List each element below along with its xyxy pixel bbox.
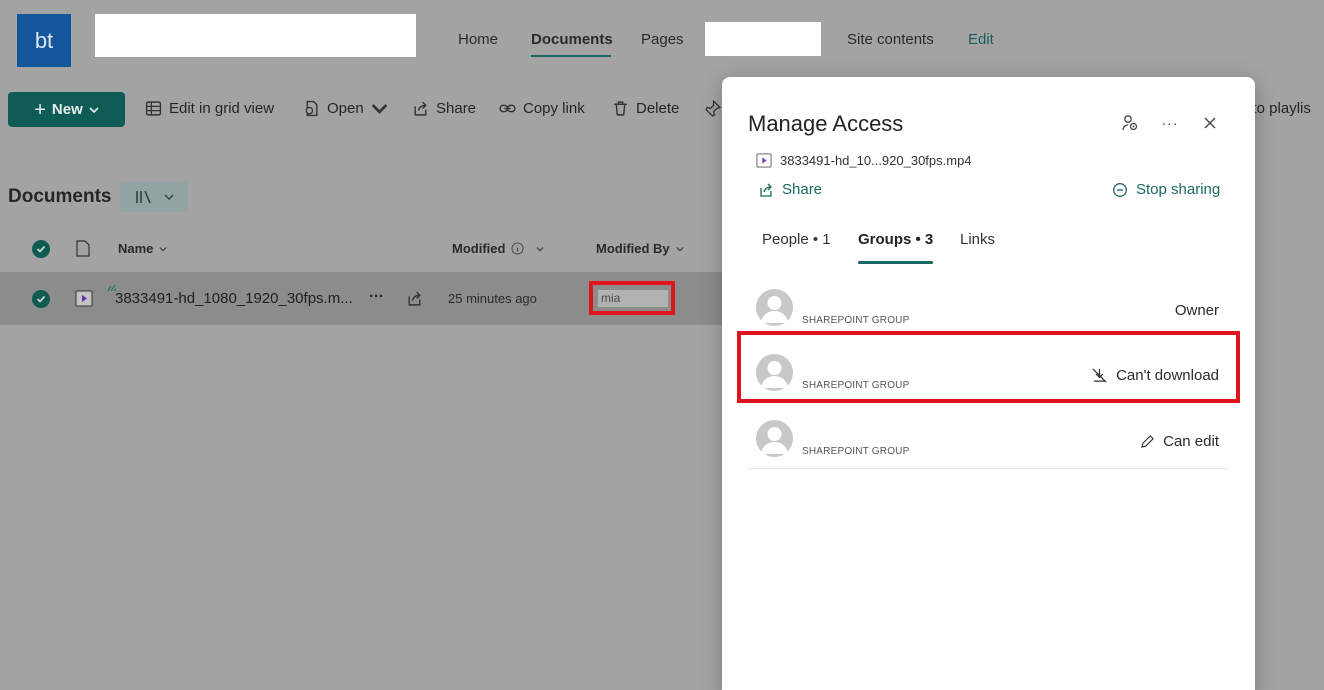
group-member-row[interactable]: SHAREPOINT GROUP Can edit bbox=[748, 414, 1228, 474]
video-file-icon bbox=[756, 153, 772, 168]
delete-button[interactable]: Delete bbox=[612, 100, 679, 117]
member-permission[interactable]: Can edit bbox=[1140, 433, 1219, 450]
chevron-down-icon bbox=[371, 104, 387, 114]
check-icon bbox=[36, 295, 46, 303]
advanced-settings-icon[interactable] bbox=[1120, 113, 1140, 133]
tab-active-indicator bbox=[858, 261, 933, 264]
view-switcher-button[interactable] bbox=[120, 182, 188, 212]
panel-title: Manage Access bbox=[748, 111, 904, 136]
site-logo[interactable]: bt bbox=[17, 14, 71, 67]
more-options-icon[interactable]: ··· bbox=[369, 288, 384, 305]
edit-grid-button[interactable]: Edit in grid view bbox=[145, 100, 274, 117]
more-icon[interactable]: ··· bbox=[1160, 113, 1180, 133]
minus-circle-icon bbox=[1113, 182, 1127, 197]
chevron-down-icon bbox=[676, 246, 684, 251]
chevron-down-icon bbox=[159, 246, 168, 251]
new-button[interactable]: + New bbox=[8, 92, 125, 127]
column-name[interactable]: Name bbox=[118, 241, 168, 256]
nav-active-indicator bbox=[531, 55, 611, 57]
close-icon[interactable] bbox=[1200, 113, 1220, 133]
nav-documents[interactable]: Documents bbox=[531, 31, 613, 48]
tab-people[interactable]: People • 1 bbox=[762, 231, 831, 248]
member-permission[interactable]: Owner bbox=[1175, 302, 1219, 319]
file-type-header-icon bbox=[76, 240, 90, 257]
modified-time: 25 minutes ago bbox=[448, 291, 537, 306]
redacted-site-title bbox=[95, 14, 416, 57]
avatar bbox=[756, 420, 793, 457]
nav-home[interactable]: Home bbox=[458, 31, 498, 48]
copy-link-button[interactable]: Copy link bbox=[499, 100, 585, 117]
info-icon bbox=[511, 242, 524, 255]
chevron-down-icon bbox=[536, 246, 545, 251]
share-icon bbox=[414, 101, 427, 116]
grid-icon bbox=[145, 101, 162, 116]
check-icon bbox=[36, 245, 46, 253]
pin-button[interactable] bbox=[704, 100, 721, 117]
share-icon bbox=[760, 183, 772, 197]
redacted-nav-item bbox=[705, 22, 821, 56]
highlight-annotation-box bbox=[737, 331, 1240, 403]
pencil-icon bbox=[1141, 435, 1155, 448]
nav-site-contents[interactable]: Site contents bbox=[847, 31, 934, 48]
open-button[interactable]: Open bbox=[303, 100, 388, 117]
chevron-down-icon bbox=[89, 106, 99, 113]
library-view-icon bbox=[136, 190, 151, 204]
tab-links[interactable]: Links bbox=[960, 231, 995, 248]
nav-pages[interactable]: Pages bbox=[641, 31, 684, 48]
stop-sharing-button[interactable]: Stop sharing bbox=[1112, 181, 1220, 198]
avatar bbox=[756, 289, 793, 326]
video-file-icon bbox=[75, 290, 93, 307]
chevron-down-icon bbox=[164, 194, 174, 200]
select-all-checkbox[interactable] bbox=[32, 240, 50, 258]
share-icon[interactable] bbox=[406, 290, 423, 307]
column-modified-by[interactable]: Modified By bbox=[596, 241, 684, 256]
plus-icon: + bbox=[34, 98, 46, 121]
manage-access-panel: Manage Access ··· 3833491-hd_10...920_30… bbox=[722, 77, 1255, 690]
panel-share-button[interactable]: Share bbox=[758, 181, 822, 198]
nav-edit[interactable]: Edit bbox=[968, 31, 994, 48]
member-type: SHAREPOINT GROUP bbox=[802, 446, 910, 457]
share-button[interactable]: Share bbox=[412, 100, 476, 117]
trash-icon bbox=[614, 101, 627, 116]
member-type: SHAREPOINT GROUP bbox=[802, 315, 910, 326]
highlight-annotation-box bbox=[589, 281, 675, 315]
file-name-link[interactable]: 3833491-hd_1080_1920_30fps.m... bbox=[115, 290, 353, 307]
open-file-icon bbox=[305, 100, 318, 117]
row-checkbox[interactable] bbox=[32, 290, 50, 308]
list-divider bbox=[748, 468, 1228, 469]
column-modified[interactable]: Modified bbox=[452, 241, 545, 256]
tab-groups[interactable]: Groups • 3 bbox=[858, 231, 933, 248]
library-title: Documents bbox=[8, 186, 112, 207]
pin-icon bbox=[705, 100, 721, 117]
panel-file: 3833491-hd_10...920_30fps.mp4 bbox=[756, 153, 972, 168]
link-icon bbox=[499, 104, 516, 113]
